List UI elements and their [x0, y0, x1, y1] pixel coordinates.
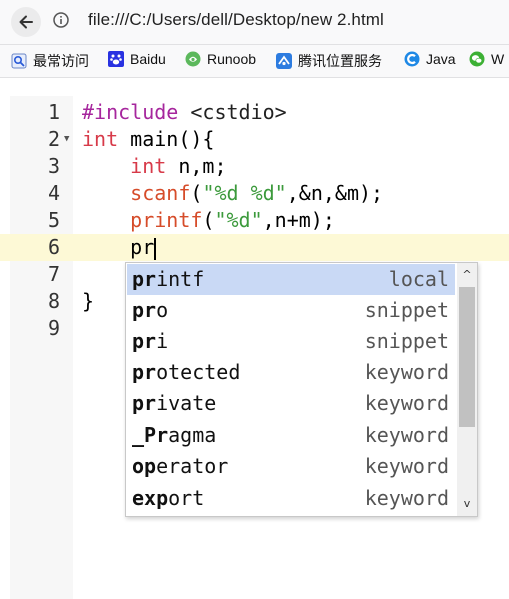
suggestion-name: pri	[132, 329, 169, 353]
code-line[interactable]: 4 scanf("%d %d",&n,&m);	[0, 180, 509, 207]
baidu-paw-icon	[108, 51, 124, 67]
bookmark-label: 最常访问	[33, 53, 89, 69]
code-text: scanf("%d %d",&n,&m);	[130, 181, 384, 205]
bookmark-label: W	[491, 51, 505, 67]
bookmark-wechat[interactable]: W	[469, 51, 504, 67]
autocomplete-scrollbar[interactable]: ^ v	[457, 263, 477, 516]
autocomplete-item[interactable]: private keyword	[127, 388, 455, 419]
bookmark-label: Runoob	[207, 51, 257, 67]
tencent-map-icon	[276, 53, 292, 69]
bookmark-java[interactable]: Java	[404, 51, 456, 67]
line-number: 5	[47, 208, 60, 232]
code-text: }	[82, 289, 95, 313]
bookmark-label: Baidu	[130, 51, 166, 67]
bookmark-baidu[interactable]: Baidu	[108, 51, 166, 67]
code-line[interactable]: 5 printf("%d",n+m);	[0, 207, 509, 234]
java-c-icon	[404, 51, 420, 67]
code-text: #include <cstdio>	[82, 100, 287, 124]
chevron-down-icon[interactable]: v	[457, 494, 477, 514]
line-number: 6	[47, 235, 60, 259]
code-line[interactable]: 3 int n,m;	[0, 153, 509, 180]
wechat-icon	[469, 51, 485, 67]
back-button[interactable]	[11, 7, 41, 37]
code-text: int n,m;	[130, 154, 227, 178]
bookmark-label: 腾讯位置服务	[298, 53, 382, 69]
code-text: int main(){	[82, 127, 215, 151]
line-number: 3	[47, 154, 60, 178]
suggestion-kind: snippet	[364, 298, 449, 322]
autocomplete-item[interactable]: protected keyword	[127, 357, 455, 388]
most-visited-icon	[11, 53, 27, 69]
suggestion-name: private	[132, 391, 217, 415]
autocomplete-item[interactable]: export keyword	[127, 483, 455, 514]
suggestion-name: protected	[132, 360, 241, 384]
address-bar[interactable]: file:///C:/Users/dell/Desktop/new 2.html	[88, 10, 384, 30]
autocomplete-popup: printf local pro snippet pri snippet pro…	[125, 262, 478, 517]
fold-arrow-icon[interactable]: ▼	[64, 126, 69, 153]
text-cursor	[154, 237, 157, 260]
autocomplete-item[interactable]: operator keyword	[127, 451, 455, 482]
active-code-line[interactable]: 6 pr	[0, 234, 509, 261]
browser-toolbar: file:///C:/Users/dell/Desktop/new 2.html	[0, 0, 509, 45]
bookmark-most-visited[interactable]: 最常访问	[11, 51, 89, 71]
suggestion-kind: keyword	[364, 360, 449, 384]
runoob-icon	[185, 51, 201, 67]
line-number: 4	[47, 181, 60, 205]
line-number: 2	[47, 127, 60, 151]
suggestion-kind: local	[388, 267, 449, 291]
line-number: 7	[47, 262, 60, 286]
autocomplete-item[interactable]: _Pragma keyword	[127, 420, 455, 451]
line-number: 1	[47, 100, 60, 124]
suggestion-name: printf	[132, 267, 205, 291]
suggestion-kind: keyword	[364, 423, 449, 447]
suggestion-name: operator	[132, 454, 229, 478]
autocomplete-item[interactable]: pro snippet	[127, 295, 455, 326]
bookmark-runoob[interactable]: Runoob	[185, 51, 256, 67]
line-number: 9	[47, 316, 60, 340]
suggestion-kind: keyword	[364, 454, 449, 478]
suggestion-kind: keyword	[364, 391, 449, 415]
code-line[interactable]: 1 #include <cstdio>	[0, 99, 509, 126]
code-line[interactable]: 2 ▼ int main(){	[0, 126, 509, 153]
suggestion-kind: snippet	[364, 329, 449, 353]
bookmark-label: Java	[426, 51, 456, 67]
suggestion-name: _Pragma	[132, 423, 217, 447]
suggestion-kind: keyword	[364, 486, 449, 510]
scrollbar-thumb[interactable]	[459, 287, 475, 427]
suggestion-name: pro	[132, 298, 169, 322]
autocomplete-item[interactable]: pri snippet	[127, 326, 455, 357]
suggestion-name: export	[132, 486, 205, 510]
autocomplete-item-selected[interactable]: printf local	[127, 264, 455, 295]
bookmarks-bar: 最常访问 Baidu Runoob 腾讯位置服务 Java W	[0, 45, 509, 78]
arrow-left-icon	[19, 15, 33, 29]
chevron-up-icon[interactable]: ^	[457, 265, 477, 285]
bookmark-tencent-map[interactable]: 腾讯位置服务	[276, 51, 382, 71]
info-icon[interactable]	[53, 12, 69, 28]
code-text: pr	[82, 235, 157, 260]
line-number: 8	[47, 289, 60, 313]
code-text: printf("%d",n+m);	[130, 208, 335, 232]
